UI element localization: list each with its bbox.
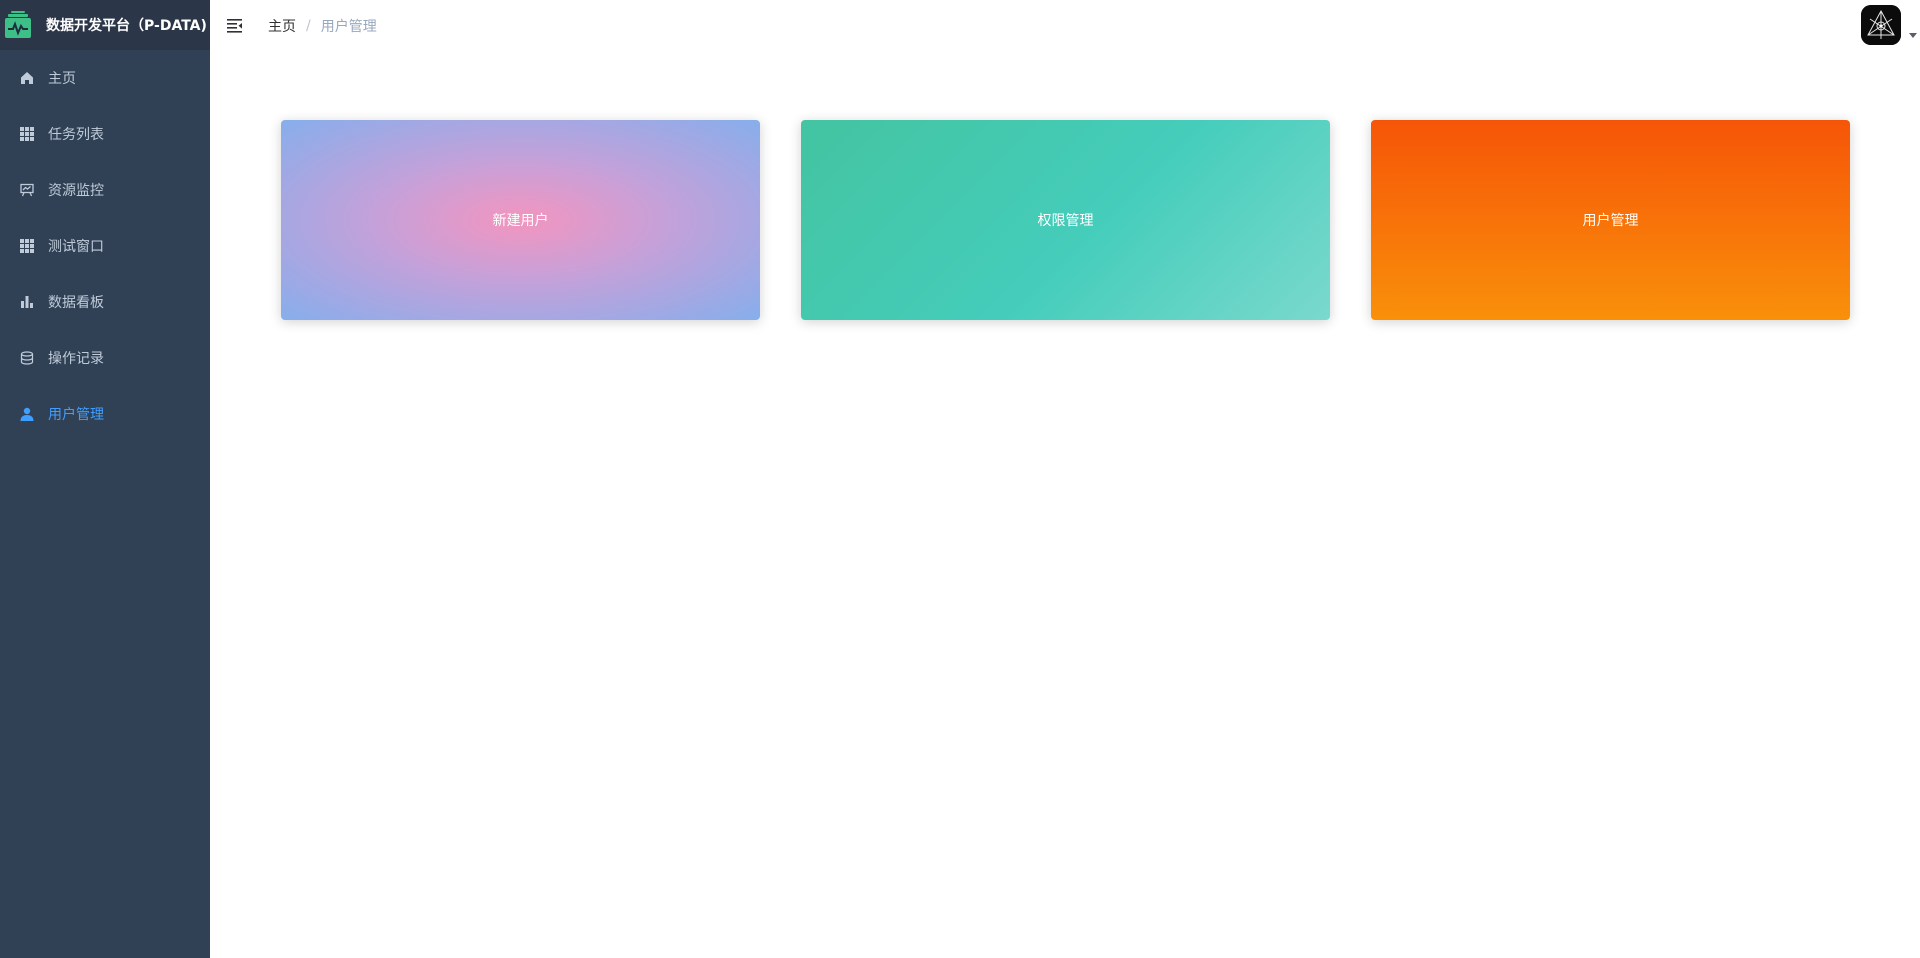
sidebar-item-label: 用户管理 xyxy=(48,407,104,423)
sidebar-item-label: 数据看板 xyxy=(48,295,104,311)
sidebar-item-label: 操作记录 xyxy=(48,351,104,367)
new-user-card[interactable]: 新建用户 xyxy=(281,120,760,320)
main-content: 新建用户 权限管理 用户管理 xyxy=(210,50,1920,958)
database-icon xyxy=(20,351,34,365)
breadcrumb-home[interactable]: 主页 xyxy=(268,16,296,36)
sidebar-logo[interactable]: 数据开发平台（P-DATA) xyxy=(0,0,210,50)
sidebar-item-resource-monitor[interactable]: 资源监控 xyxy=(0,162,210,218)
grid-icon xyxy=(20,239,34,253)
bar-chart-icon xyxy=(20,295,34,309)
sidebar-item-label: 测试窗口 xyxy=(48,239,104,255)
sidebar-item-task-list[interactable]: 任务列表 xyxy=(0,106,210,162)
top-navbar: 主页 / 用户管理 xyxy=(210,0,1920,50)
grid-icon xyxy=(20,127,34,141)
logo-icon xyxy=(4,11,32,39)
hamburger-icon[interactable] xyxy=(226,16,244,34)
sidebar-item-data-dashboard[interactable]: 数据看板 xyxy=(0,274,210,330)
sidebar-item-home[interactable]: 主页 xyxy=(0,50,210,106)
sidebar-menu: 主页 任务列表 资源监控 测试窗口 数据看板 操作记录 用户管理 xyxy=(0,50,210,442)
card-label: 用户管理 xyxy=(1582,213,1639,229)
permission-management-card[interactable]: 权限管理 xyxy=(801,120,1330,320)
caret-down-icon[interactable] xyxy=(1909,33,1917,38)
user-management-card[interactable]: 用户管理 xyxy=(1371,120,1850,320)
app-title: 数据开发平台（P-DATA) xyxy=(46,18,207,34)
breadcrumb-separator: / xyxy=(306,18,311,34)
sidebar-item-user-management[interactable]: 用户管理 xyxy=(0,386,210,442)
card-label: 新建用户 xyxy=(492,213,549,229)
sidebar: 数据开发平台（P-DATA) 主页 任务列表 资源监控 测试窗口 数据看板 操作… xyxy=(0,0,210,958)
user-menu[interactable] xyxy=(1860,5,1920,45)
user-icon xyxy=(20,407,34,421)
sidebar-item-operation-log[interactable]: 操作记录 xyxy=(0,330,210,386)
avatar[interactable] xyxy=(1861,5,1901,45)
sidebar-item-label: 任务列表 xyxy=(48,127,104,143)
card-label: 权限管理 xyxy=(1037,213,1094,229)
sidebar-item-label: 资源监控 xyxy=(48,183,104,199)
breadcrumb-current: 用户管理 xyxy=(320,19,377,35)
breadcrumb: 主页 / 用户管理 xyxy=(268,16,377,36)
sidebar-item-label: 主页 xyxy=(48,71,76,87)
home-icon xyxy=(20,71,34,85)
presentation-icon xyxy=(20,183,34,197)
sidebar-item-test-window[interactable]: 测试窗口 xyxy=(0,218,210,274)
